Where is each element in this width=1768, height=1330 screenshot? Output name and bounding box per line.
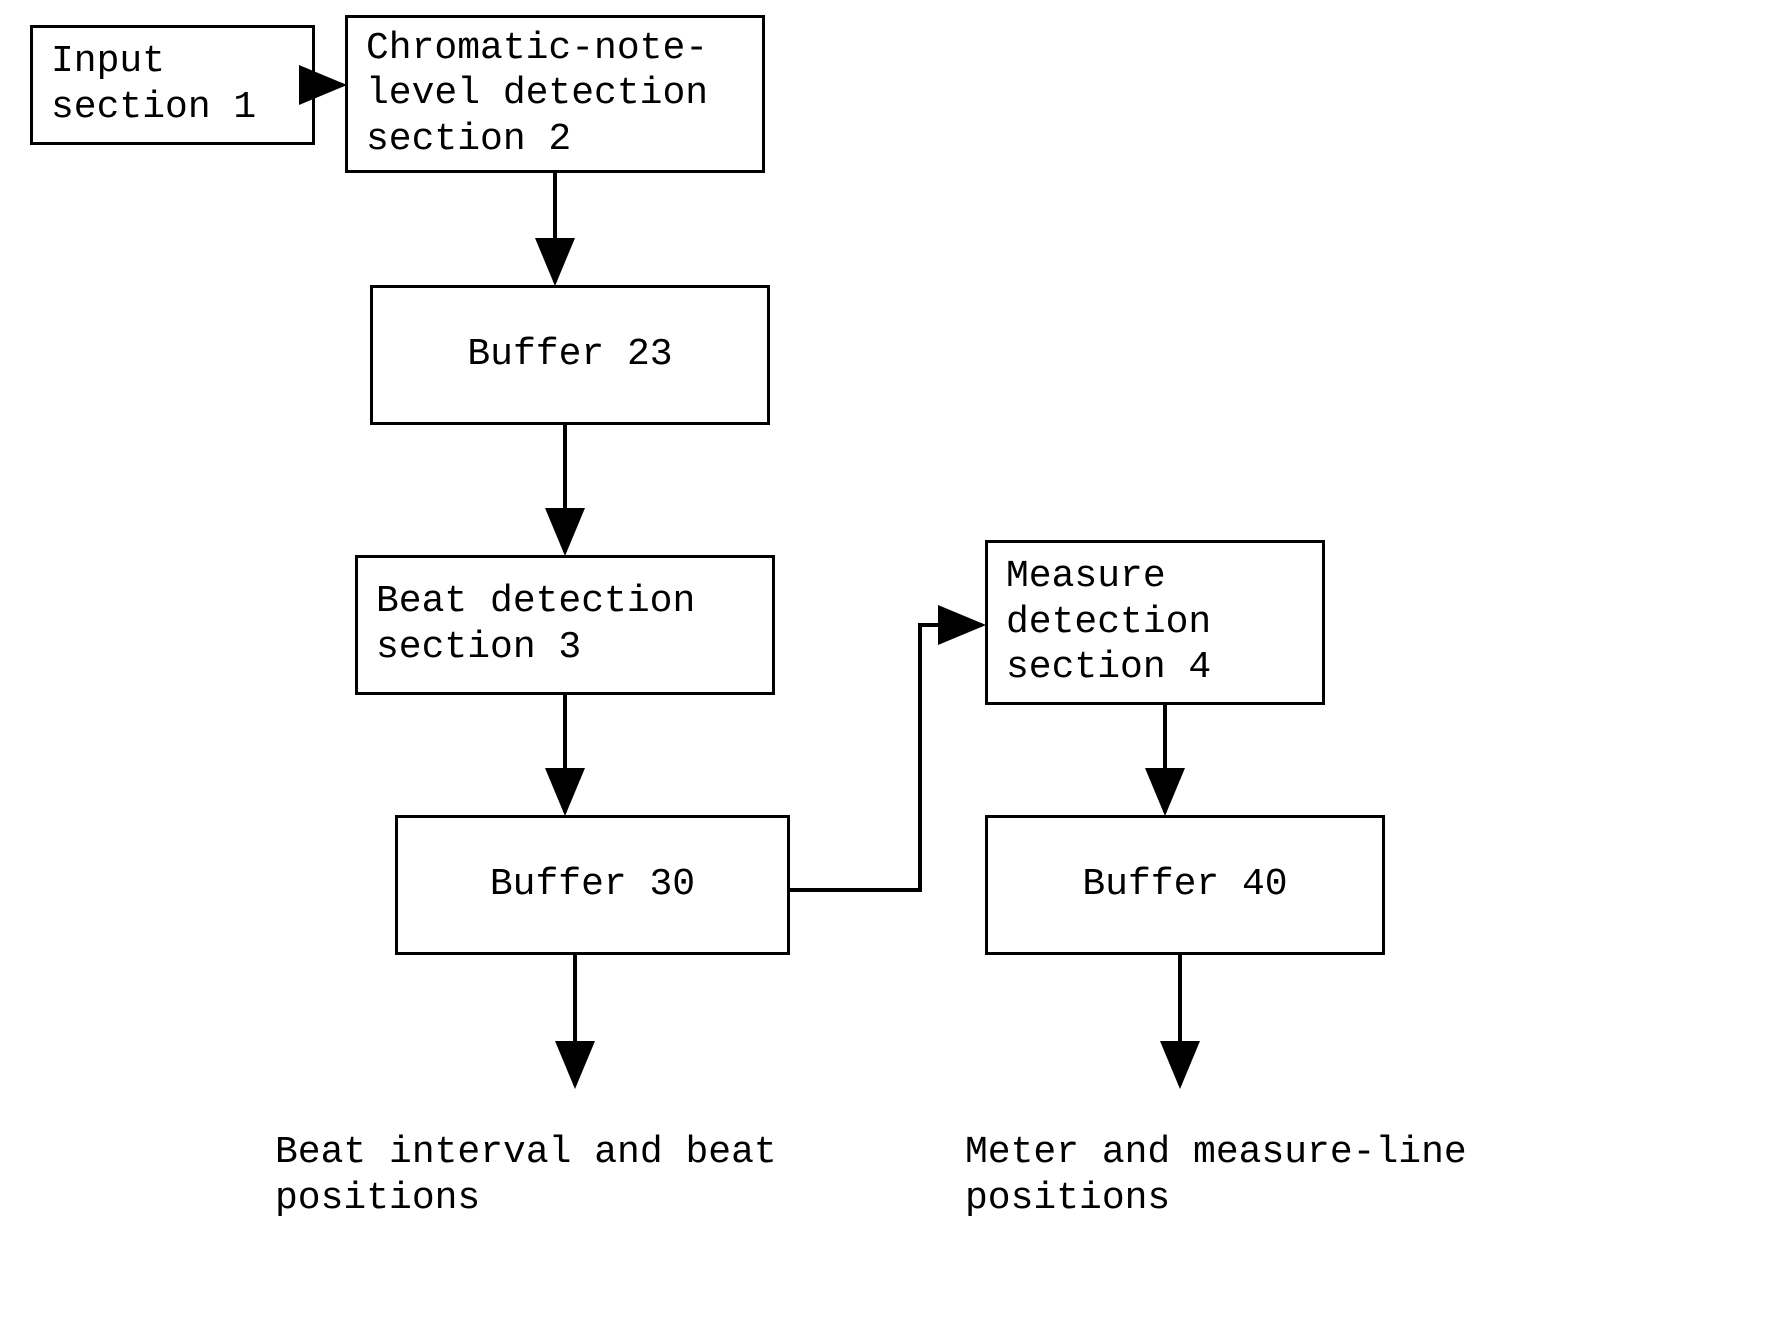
- beat-output-label: Beat interval and beat positions: [275, 1130, 777, 1221]
- buffer-30-box: Buffer 30: [395, 815, 790, 955]
- measure-detection-box: Measure detection section 4: [985, 540, 1325, 705]
- meter-output-label: Meter and measure-line positions: [965, 1130, 1467, 1221]
- input-section-label: Input section 1: [51, 39, 256, 130]
- buffer-23-label: Buffer 23: [467, 332, 672, 378]
- beat-detection-label: Beat detection section 3: [376, 579, 695, 670]
- chromatic-detection-label: Chromatic-note- level detection section …: [366, 26, 708, 163]
- input-section-box: Input section 1: [30, 25, 315, 145]
- buffer-40-box: Buffer 40: [985, 815, 1385, 955]
- buffer-40-label: Buffer 40: [1082, 862, 1287, 908]
- beat-detection-box: Beat detection section 3: [355, 555, 775, 695]
- buffer-30-label: Buffer 30: [490, 862, 695, 908]
- buffer-23-box: Buffer 23: [370, 285, 770, 425]
- chromatic-detection-box: Chromatic-note- level detection section …: [345, 15, 765, 173]
- flowchart-arrows: [0, 0, 1768, 1330]
- measure-detection-label: Measure detection section 4: [1006, 554, 1211, 691]
